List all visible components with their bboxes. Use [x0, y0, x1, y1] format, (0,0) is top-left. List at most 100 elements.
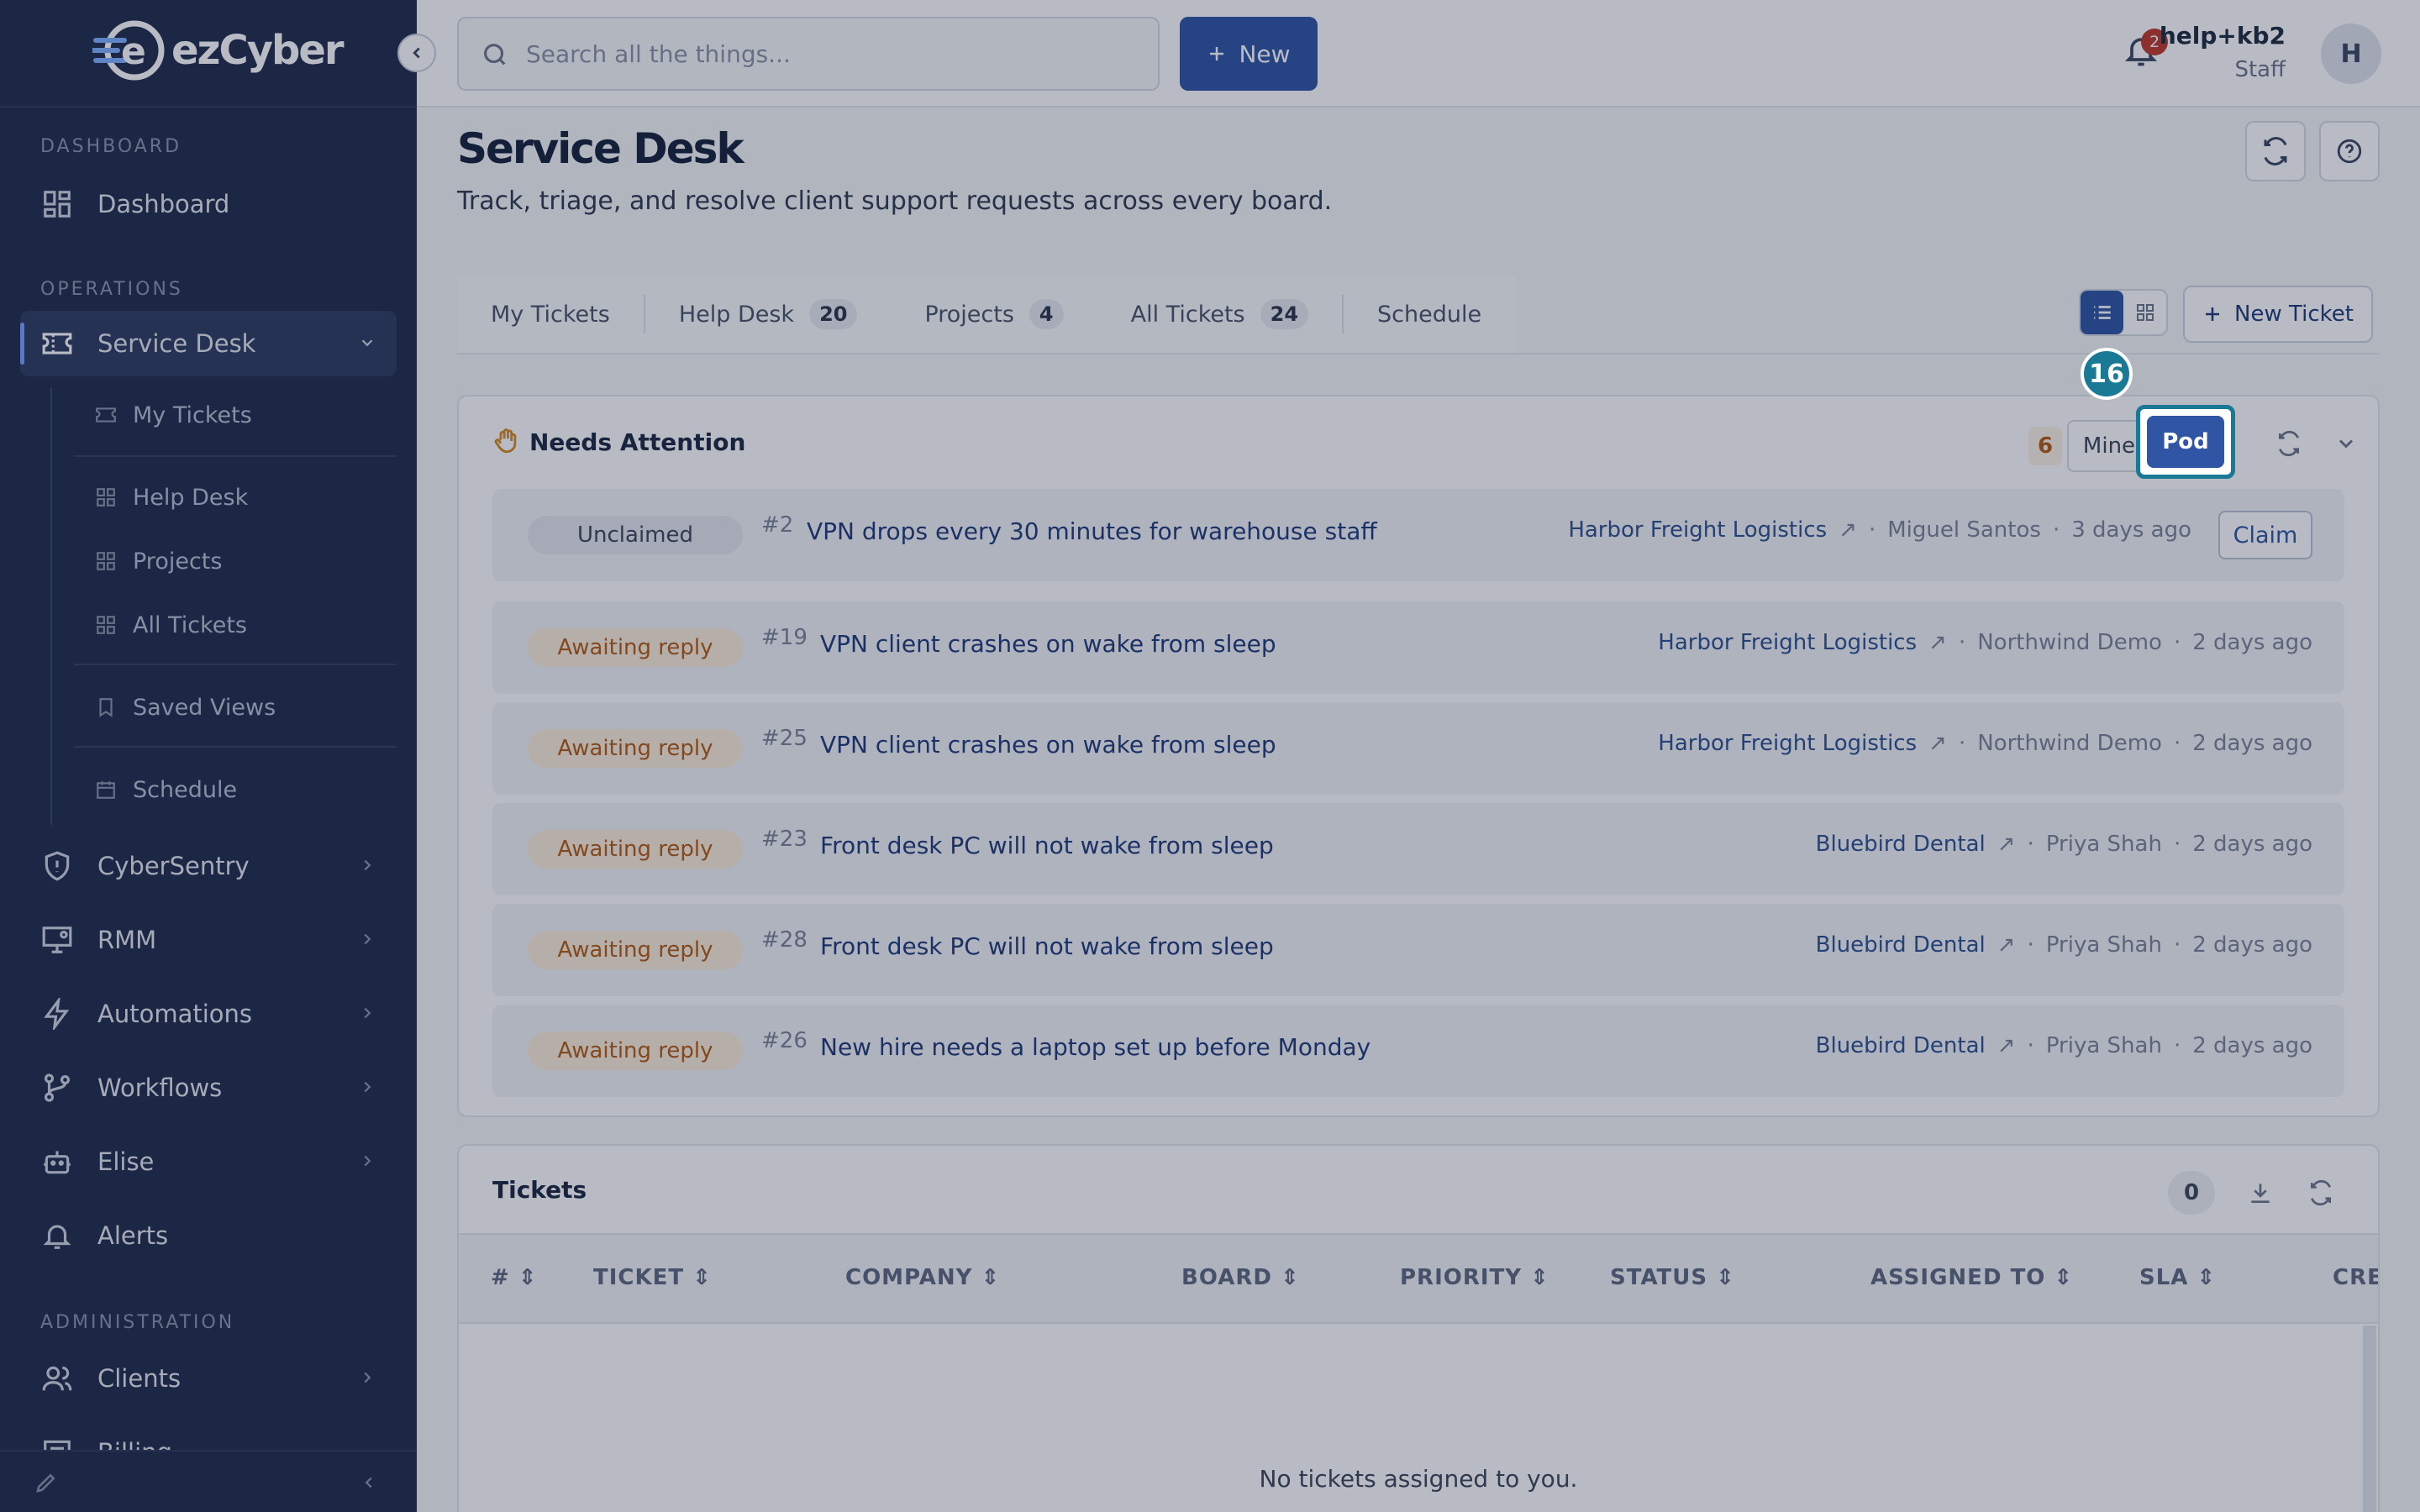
- search-placeholder: Search all the things...: [526, 39, 791, 68]
- sidebar-subitem-help-desk[interactable]: Help Desk: [94, 472, 248, 522]
- ticket-meta: Bluebird Dental ↗ · Priya Shah · 2 days a…: [1816, 1033, 2312, 1058]
- column-header-company[interactable]: COMPANY ⇕: [845, 1265, 1000, 1290]
- attention-row[interactable]: Awaiting reply #25 VPN client crashes on…: [492, 702, 2344, 795]
- column-header-ticket[interactable]: TICKET ⇕: [593, 1265, 712, 1290]
- ticket-meta: Harbor Freight Logistics ↗ · Miguel Santo…: [1568, 517, 2191, 543]
- external-link-icon: ↗: [1996, 1033, 2016, 1058]
- sidebar-subitem-label: Help Desk: [133, 484, 249, 511]
- help-button[interactable]: [2319, 121, 2380, 181]
- avatar[interactable]: H: [2321, 24, 2381, 84]
- column-header-priority[interactable]: PRIORITY ⇕: [1400, 1265, 1549, 1290]
- company-link[interactable]: Bluebird Dental: [1816, 932, 1986, 958]
- ticket-icon: [94, 403, 118, 427]
- tab-schedule[interactable]: Schedule: [1344, 276, 1515, 353]
- sidebar-item-automations[interactable]: Automations: [20, 981, 397, 1047]
- claim-button[interactable]: Claim: [2218, 511, 2312, 559]
- column-header-board[interactable]: BOARD ⇕: [1181, 1265, 1300, 1290]
- refresh-icon[interactable]: [2307, 1179, 2334, 1206]
- ticket-title-link[interactable]: VPN drops every 30 minutes for warehouse…: [807, 517, 1377, 545]
- chevron-down-icon[interactable]: [2334, 432, 2358, 455]
- tab-projects[interactable]: Projects 4: [891, 276, 1097, 353]
- download-icon[interactable]: [2247, 1179, 2274, 1206]
- tutorial-step-marker: 16: [2081, 348, 2133, 400]
- bell-icon: [40, 1219, 74, 1252]
- ticket-meta: Harbor Freight Logistics ↗ · Northwind De…: [1658, 630, 2312, 655]
- separator-dot: ·: [2173, 630, 2181, 655]
- tab-help-desk[interactable]: Help Desk 20: [645, 276, 892, 353]
- ticket-meta: Bluebird Dental ↗ · Priya Shah · 2 days a…: [1816, 832, 2312, 857]
- ticket-title-link[interactable]: Front desk PC will not wake from sleep: [820, 832, 1274, 859]
- tab-my-tickets[interactable]: My Tickets: [457, 276, 644, 353]
- ticket-title-link[interactable]: Front desk PC will not wake from sleep: [820, 932, 1274, 960]
- service-desk-tabs: My Tickets Help Desk 20 Projects 4 All Tic…: [457, 276, 1516, 353]
- attention-row[interactable]: Awaiting reply #28 Front desk PC will no…: [492, 904, 2344, 996]
- new-button[interactable]: New: [1180, 17, 1318, 91]
- top-bar: Search all the things... New 2 help+kb2 …: [417, 0, 2420, 108]
- list-view-button[interactable]: [2081, 291, 2123, 334]
- sidebar-collapse-button[interactable]: [397, 34, 436, 72]
- sidebar-item-clients[interactable]: Clients: [20, 1346, 397, 1411]
- company-link[interactable]: Bluebird Dental: [1816, 832, 1986, 857]
- sidebar-subitem-saved-views[interactable]: Saved Views: [94, 682, 276, 732]
- vertical-scrollbar[interactable]: [2363, 1326, 2376, 1512]
- sidebar-subitem-all-tickets[interactable]: All Tickets: [94, 600, 247, 650]
- tab-all-tickets[interactable]: All Tickets 24: [1097, 276, 1342, 353]
- app-logo[interactable]: e ezCyber: [92, 20, 345, 81]
- ticket-title-link[interactable]: VPN client crashes on wake from sleep: [820, 731, 1276, 759]
- attention-row[interactable]: Awaiting reply #19 VPN client crashes on…: [492, 601, 2344, 694]
- sidebar-item-rmm[interactable]: RMM: [20, 907, 397, 973]
- dashboard-icon: [40, 187, 74, 221]
- chevron-left-icon[interactable]: [360, 1473, 378, 1492]
- sidebar-item-dashboard[interactable]: Dashboard: [20, 171, 397, 237]
- sort-icon: ⇕: [1280, 1265, 1300, 1290]
- new-ticket-button[interactable]: New Ticket: [2183, 286, 2373, 343]
- attention-row[interactable]: Awaiting reply #23 Front desk PC will no…: [492, 803, 2344, 895]
- sort-icon: ⇕: [518, 1265, 538, 1290]
- column-header-created[interactable]: CRE: [2333, 1265, 2378, 1290]
- grid-view-button[interactable]: [2123, 291, 2166, 334]
- sidebar-item-service-desk[interactable]: Service Desk: [20, 311, 397, 376]
- refresh-icon[interactable]: [2275, 430, 2302, 457]
- company-link[interactable]: Bluebird Dental: [1816, 1033, 1986, 1058]
- external-link-icon: ↗: [1996, 932, 2016, 958]
- separator-dot: ·: [2027, 832, 2034, 857]
- tutorial-highlight: Pod: [2136, 405, 2235, 479]
- column-header-assigned-to[interactable]: ASSIGNED TO ⇕: [1870, 1265, 2073, 1290]
- sidebar-subitem-my-tickets[interactable]: My Tickets: [94, 390, 252, 440]
- sidebar-subitem-schedule[interactable]: Schedule: [94, 764, 237, 815]
- sidebar-item-workflows[interactable]: Workflows: [20, 1055, 397, 1121]
- attention-row[interactable]: Unclaimed #2 VPN drops every 30 minutes …: [492, 489, 2344, 581]
- company-link[interactable]: Harbor Freight Logistics: [1658, 731, 1917, 756]
- sidebar-divider: [0, 106, 417, 108]
- column-header-number[interactable]: # ⇕: [491, 1265, 538, 1290]
- separator-dot: ·: [1958, 731, 1966, 756]
- sidebar-subitem-label: All Tickets: [133, 612, 248, 638]
- sort-icon: ⇕: [2196, 1265, 2217, 1290]
- svg-text:e: e: [121, 30, 146, 73]
- sidebar-subitem-projects[interactable]: Projects: [94, 536, 222, 586]
- column-header-sla[interactable]: SLA ⇕: [2139, 1265, 2216, 1290]
- tab-label: Help Desk: [678, 301, 795, 328]
- column-header-label: #: [491, 1265, 510, 1290]
- refresh-button[interactable]: [2245, 121, 2306, 181]
- company-link[interactable]: Harbor Freight Logistics: [1658, 630, 1917, 655]
- pencil-icon[interactable]: [34, 1470, 59, 1495]
- ticket-number: #2: [761, 512, 794, 538]
- ticket-age: 2 days ago: [2192, 932, 2312, 958]
- ticket-person: Priya Shah: [2045, 1033, 2162, 1058]
- lightning-icon: [40, 997, 74, 1031]
- ticket-title-link[interactable]: New hire needs a laptop set up before Mo…: [820, 1033, 1370, 1061]
- company-link[interactable]: Harbor Freight Logistics: [1568, 517, 1827, 543]
- sidebar-item-alerts[interactable]: Alerts: [20, 1203, 397, 1268]
- search-input[interactable]: Search all the things...: [457, 17, 1160, 91]
- external-link-icon: ↗: [1928, 630, 1947, 655]
- attention-row[interactable]: Awaiting reply #26 New hire needs a lapt…: [492, 1005, 2344, 1097]
- ticket-title-link[interactable]: VPN client crashes on wake from sleep: [820, 630, 1276, 658]
- column-header-status[interactable]: STATUS ⇕: [1610, 1265, 1735, 1290]
- pod-filter-button[interactable]: Pod: [2147, 416, 2224, 468]
- separator-dot: ·: [1958, 630, 1966, 655]
- chevron-left-icon: [408, 44, 426, 62]
- ticket-age: 2 days ago: [2192, 630, 2312, 655]
- sidebar-item-cybersentry[interactable]: CyberSentry: [20, 833, 397, 899]
- sidebar-item-elise[interactable]: Elise: [20, 1129, 397, 1194]
